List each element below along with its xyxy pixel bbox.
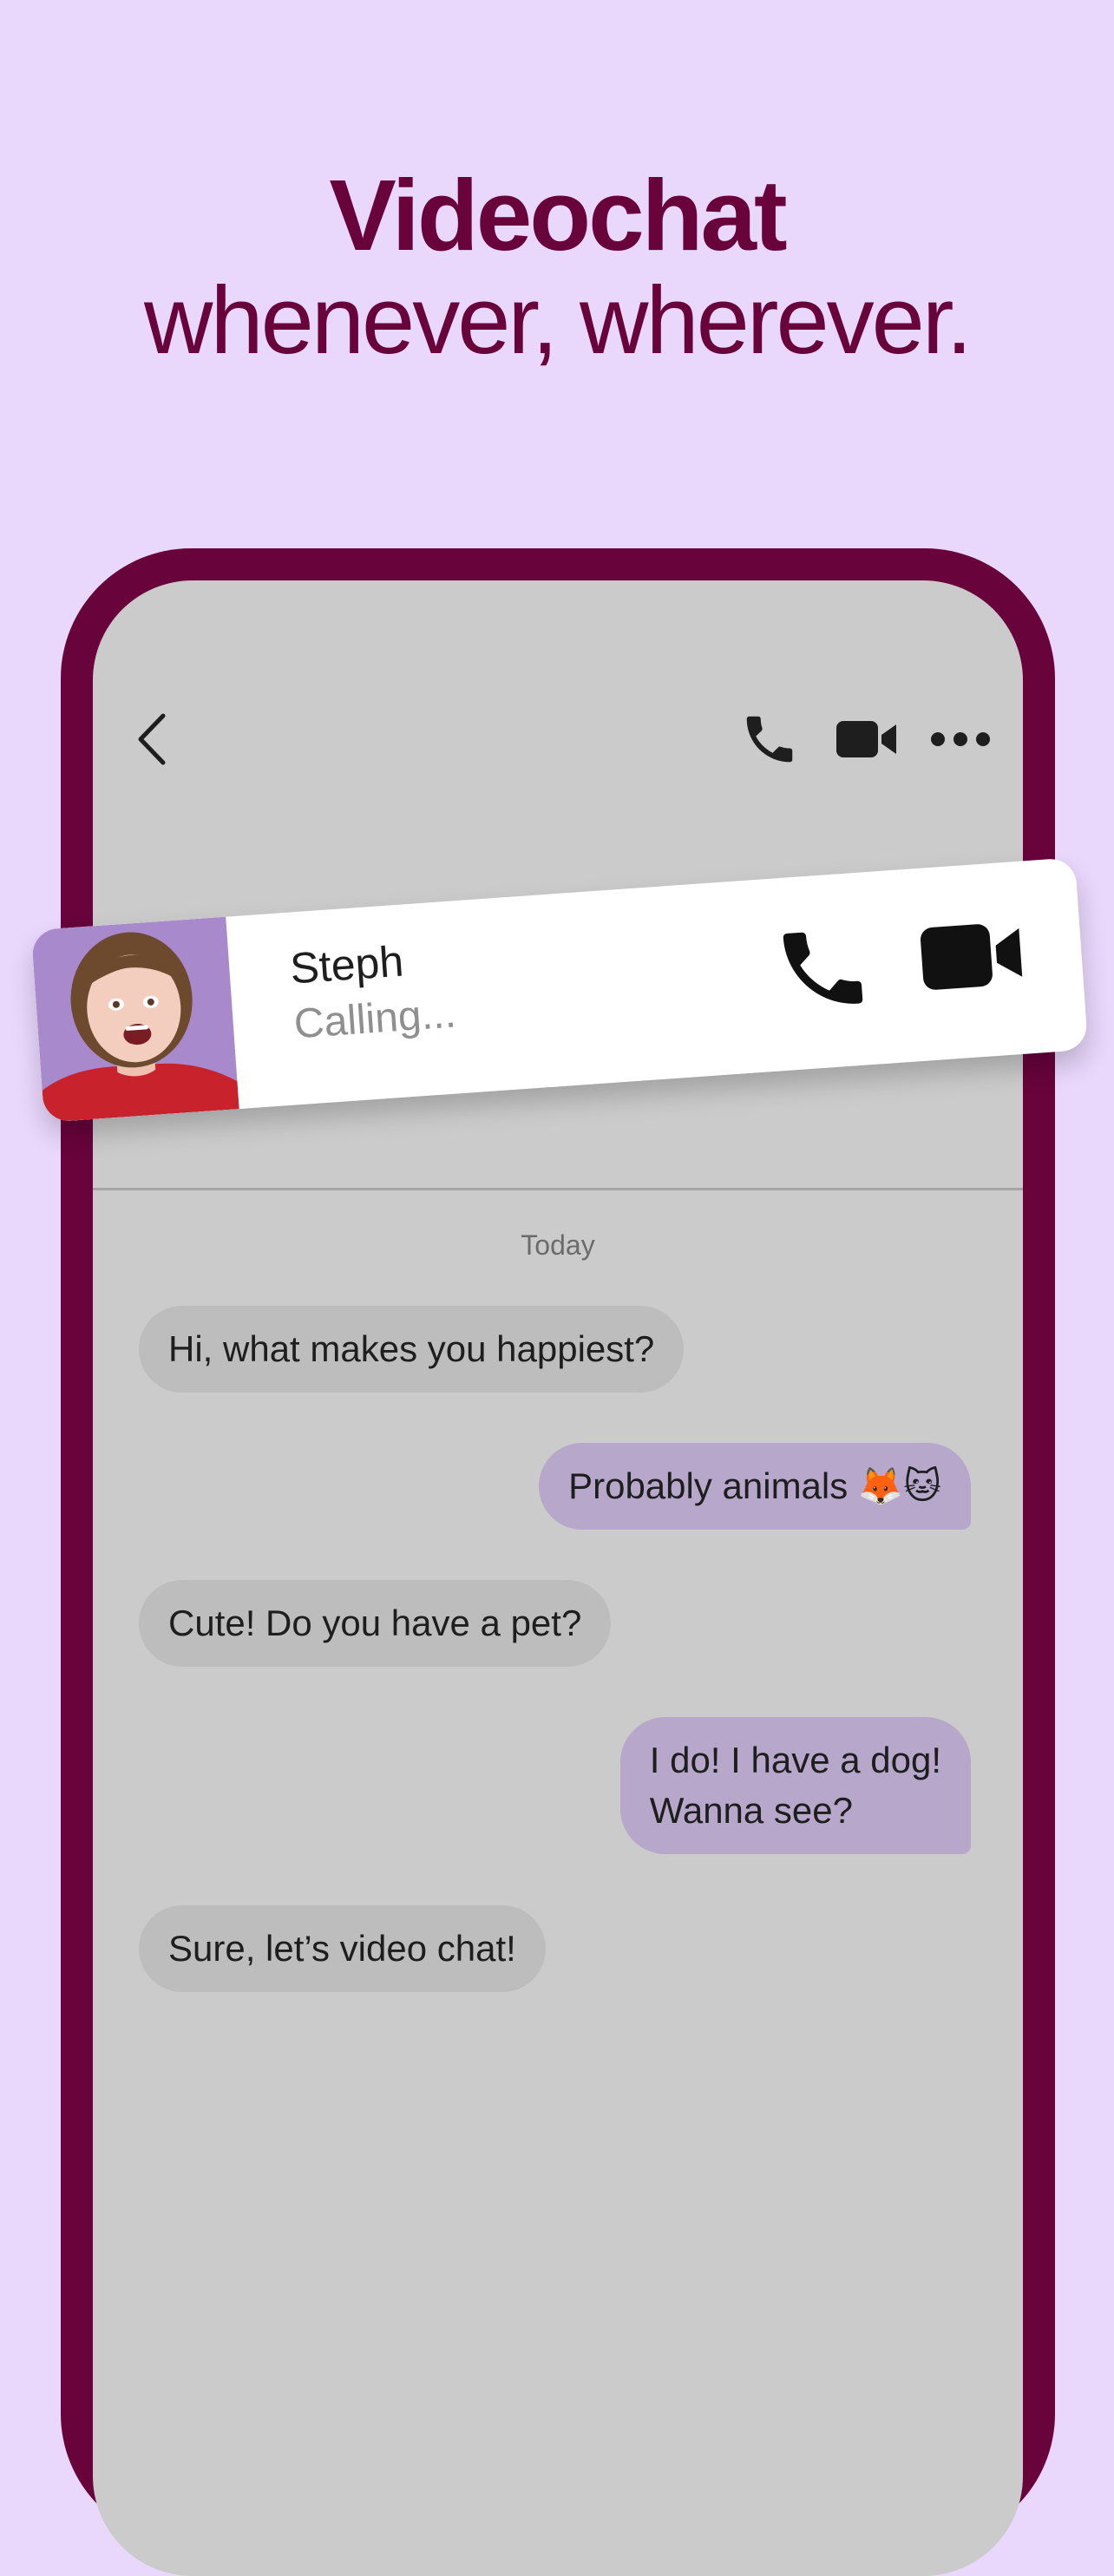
message-bubble-incoming: Cute! Do you have a pet? bbox=[139, 1580, 612, 1667]
phone-icon bbox=[783, 932, 863, 1004]
phone-frame: Today Hi, what makes you happiest? Proba… bbox=[61, 548, 1055, 2576]
back-button[interactable] bbox=[132, 709, 175, 770]
message-bubble-outgoing: I do! I have a dog! Wanna see? bbox=[619, 1717, 971, 1854]
message-bubble-outgoing: Probably animals 🦊🐱 bbox=[539, 1443, 971, 1530]
more-options-button[interactable] bbox=[930, 709, 991, 770]
message-line: Wanna see? bbox=[649, 1790, 854, 1831]
answer-voice-button[interactable] bbox=[770, 915, 876, 1022]
phone-icon bbox=[746, 716, 793, 763]
headline-subtitle: whenever, wherever. bbox=[144, 267, 973, 374]
caller-name: Steph bbox=[288, 936, 405, 993]
message-bubble-incoming: Sure, let’s video chat! bbox=[139, 1905, 546, 1992]
more-dots-icon bbox=[931, 732, 990, 746]
header-divider bbox=[93, 1188, 1023, 1190]
chevron-left-icon bbox=[138, 713, 166, 765]
nav-video-button[interactable] bbox=[835, 709, 900, 770]
caller-photo bbox=[42, 932, 239, 1123]
message-bubble-incoming: Hi, what makes you happiest? bbox=[139, 1306, 685, 1393]
call-status: Calling... bbox=[292, 990, 458, 1048]
headline-title: Videochat bbox=[329, 159, 787, 272]
answer-video-button[interactable] bbox=[917, 909, 1027, 1003]
date-separator: Today bbox=[521, 1229, 595, 1261]
video-camera-icon bbox=[836, 721, 896, 757]
video-camera-icon bbox=[920, 924, 1023, 990]
caller-avatar bbox=[30, 916, 239, 1123]
nav-call-button[interactable] bbox=[739, 709, 800, 770]
message-line: I do! I have a dog! bbox=[649, 1740, 941, 1780]
